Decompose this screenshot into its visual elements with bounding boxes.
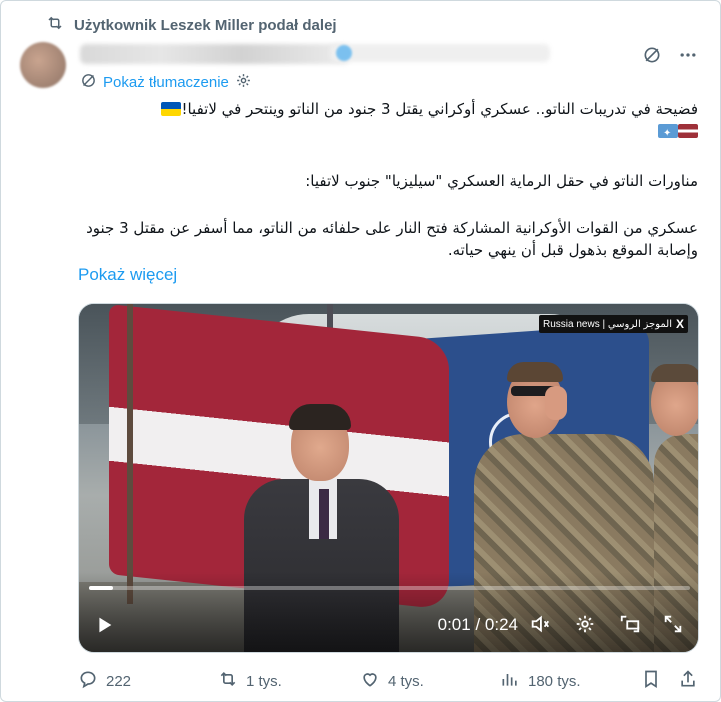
- repost-button[interactable]: 1 tys.: [218, 669, 282, 693]
- tie: [319, 489, 329, 539]
- video-controls: 0:01 / 0:24: [79, 610, 698, 638]
- soldier-hair: [507, 362, 563, 382]
- reply-count: 222: [106, 672, 132, 690]
- like-count: 4 tys.: [388, 672, 424, 690]
- repost-label: Użytkownik Leszek Miller podał dalej: [74, 16, 337, 34]
- more-icon[interactable]: [677, 44, 699, 66]
- reply-icon: [78, 669, 98, 693]
- avatar[interactable]: [20, 42, 66, 88]
- views-count: 180 tys.: [528, 672, 581, 690]
- video-time: 0:01 / 0:24: [438, 615, 518, 635]
- time-separator: /: [475, 615, 481, 634]
- latvia-flag-icon: [678, 124, 698, 138]
- man-in-suit-hair: [289, 404, 351, 430]
- views-button[interactable]: 180 tys.: [500, 669, 581, 693]
- grok-icon[interactable]: [641, 44, 663, 66]
- video-progress-fill: [89, 586, 114, 590]
- pip-icon[interactable]: [619, 613, 641, 635]
- text-segment-headline: فضيحة في تدريبات الناتو.. عسكري أوكراني …: [181, 100, 698, 118]
- duration: 0:24: [484, 615, 518, 634]
- show-more-link[interactable]: Pokaż więcej: [78, 265, 177, 285]
- play-icon[interactable]: [93, 614, 115, 636]
- nato-flag-icon: [658, 123, 678, 145]
- repost-icon: [46, 14, 64, 36]
- ukraine-flag-icon: [161, 102, 182, 116]
- flagpole: [127, 304, 133, 604]
- reply-button[interactable]: 222: [78, 669, 131, 693]
- translate-icon: [80, 72, 97, 93]
- video-progress-bar[interactable]: [89, 586, 690, 590]
- soldier-hair: [651, 364, 698, 382]
- video-player[interactable]: Russia news | الموجز الروسي X 0:01 / 0:2…: [78, 303, 699, 653]
- like-icon: [360, 669, 380, 693]
- bookmark-button[interactable]: [641, 669, 661, 693]
- translate-row[interactable]: Pokaż tłumaczenie: [80, 72, 252, 93]
- post-text-line3: عسكري من القوات الأوكرانية المشاركة فتح …: [86, 219, 698, 259]
- volume-icon[interactable]: [529, 613, 551, 635]
- video-watermark: Russia news | الموجز الروسي X: [539, 315, 688, 333]
- settings-icon[interactable]: [574, 613, 596, 635]
- repost-count: 1 tys.: [246, 672, 282, 690]
- share-button[interactable]: [678, 669, 698, 693]
- current-time: 0:01: [437, 615, 471, 634]
- repost-icon: [218, 669, 238, 693]
- post-header-actions: [641, 44, 699, 66]
- share-icon: [678, 669, 698, 693]
- author-handle-blurred: [330, 44, 550, 62]
- post-text-line1: فضيحة في تدريبات الناتو.. عسكري أوكراني …: [78, 98, 698, 145]
- show-translation-link[interactable]: Pokaż tłumaczenie: [103, 74, 229, 91]
- author-name-blurred[interactable]: [80, 44, 350, 64]
- x-logo-icon: X: [675, 317, 684, 331]
- waving-hand: [545, 386, 567, 420]
- post-text-line2: مناورات الناتو في حقل الرماية العسكري "س…: [305, 172, 698, 190]
- like-button[interactable]: 4 tys.: [360, 669, 424, 693]
- verified-badge-icon: [336, 45, 352, 61]
- fullscreen-icon[interactable]: [662, 613, 684, 635]
- views-icon: [500, 669, 520, 693]
- settings-icon[interactable]: [235, 72, 252, 93]
- bookmark-icon: [641, 669, 661, 693]
- post-actions-bar: 222 1 tys. 4 tys. 180 tys.: [78, 668, 698, 694]
- watermark-text: Russia news | الموجز الروسي: [543, 318, 672, 330]
- repost-context[interactable]: Użytkownik Leszek Miller podał dalej: [46, 14, 337, 36]
